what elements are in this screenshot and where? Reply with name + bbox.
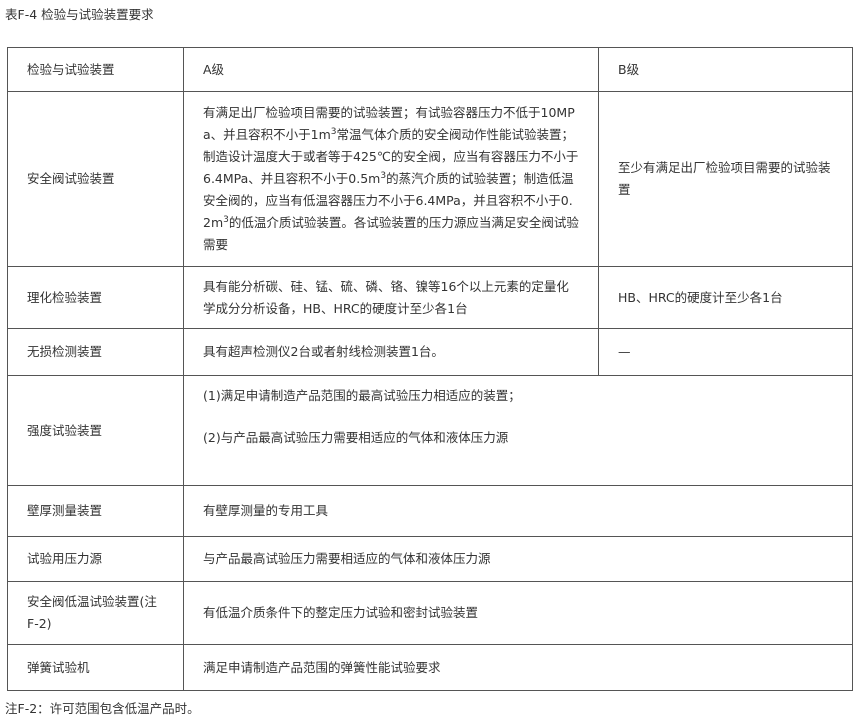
- table-row-wall: 壁厚测量装置 有壁厚测量的专用工具: [7, 485, 853, 537]
- grade-b-phys-chem: HB、HRC的硬度计至少各1台: [598, 266, 853, 329]
- header-grade-b: B级: [598, 47, 853, 92]
- table-row-strength: 强度试验装置 (1)满足申请制造产品范围的最高试验压力相适应的装置； (2)与产…: [7, 375, 853, 486]
- table-row-spring: 弹簧试验机 满足申请制造产品范围的弹簧性能试验要求: [7, 644, 853, 691]
- row-label-strength: 强度试验装置: [7, 375, 184, 486]
- row-label-low-temp: 安全阀低温试验装置(注F-2): [7, 581, 184, 645]
- header-equipment: 检验与试验装置: [7, 47, 184, 92]
- strength-line-1: (1)满足申请制造产品范围的最高试验压力相适应的装置；: [203, 388, 521, 403]
- row-label-wall: 壁厚测量装置: [7, 485, 184, 537]
- requirements-table: 检验与试验装置 A级 B级 安全阀试验装置 有满足出厂检验项目需要的试验装置；有…: [7, 47, 853, 691]
- row-label-safety-valve: 安全阀试验装置: [7, 91, 184, 267]
- row-label-pressure-source: 试验用压力源: [7, 536, 184, 582]
- row-label-ndt: 无损检测装置: [7, 328, 184, 376]
- grade-a-phys-chem: 具有能分析碳、硅、锰、硫、磷、铬、镍等16个以上元素的定量化学成分分析设备，HB…: [183, 266, 599, 329]
- grade-ab-spring: 满足申请制造产品范围的弹簧性能试验要求: [183, 644, 853, 691]
- table-row-phys-chem: 理化检验装置 具有能分析碳、硅、锰、硫、磷、铬、镍等16个以上元素的定量化学成分…: [7, 266, 853, 329]
- row-label-phys-chem: 理化检验装置: [7, 266, 184, 329]
- grade-ab-strength: (1)满足申请制造产品范围的最高试验压力相适应的装置； (2)与产品最高试验压力…: [183, 375, 853, 486]
- table-row-low-temp: 安全阀低温试验装置(注F-2) 有低温介质条件下的整定压力试验和密封试验装置: [7, 581, 853, 645]
- grade-a-safety-valve: 有满足出厂检验项目需要的试验装置；有试验容器压力不低于10MPa、并且容积不小于…: [183, 91, 599, 267]
- table-row-ndt: 无损检测装置 具有超声检测仪2台或者射线检测装置1台。 —: [7, 328, 853, 376]
- grade-ab-wall: 有壁厚测量的专用工具: [183, 485, 853, 537]
- table-header-row: 检验与试验装置 A级 B级: [7, 47, 853, 92]
- table-caption: 表F-4 检验与试验装置要求: [5, 7, 154, 22]
- header-grade-a: A级: [183, 47, 599, 92]
- grade-a-ndt: 具有超声检测仪2台或者射线检测装置1台。: [183, 328, 599, 376]
- grade-b-ndt: —: [598, 328, 853, 376]
- strength-line-2: (2)与产品最高试验压力需要相适应的气体和液体压力源: [203, 430, 509, 445]
- footnote: 注F-2：许可范围包含低温产品时。: [5, 701, 200, 716]
- table-row-safety-valve: 安全阀试验装置 有满足出厂检验项目需要的试验装置；有试验容器压力不低于10MPa…: [7, 91, 853, 267]
- grade-b-safety-valve: 至少有满足出厂检验项目需要的试验装置: [598, 91, 853, 267]
- row-label-spring: 弹簧试验机: [7, 644, 184, 691]
- table-row-pressure-source: 试验用压力源 与产品最高试验压力需要相适应的气体和液体压力源: [7, 536, 853, 582]
- grade-ab-low-temp: 有低温介质条件下的整定压力试验和密封试验装置: [183, 581, 853, 645]
- grade-ab-pressure-source: 与产品最高试验压力需要相适应的气体和液体压力源: [183, 536, 853, 582]
